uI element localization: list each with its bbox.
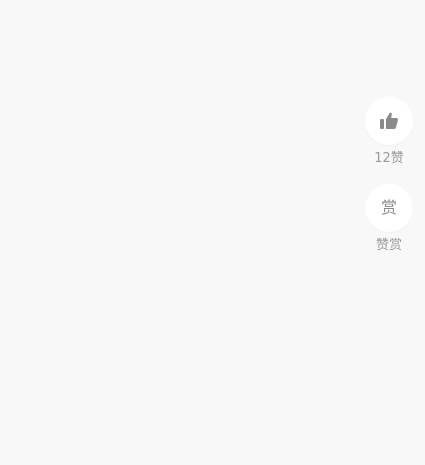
reward-icon: 赏 <box>380 198 397 217</box>
article-page: 12赞 赏 赞赏 <box>0 0 425 465</box>
thumbs-up-icon <box>380 112 399 129</box>
like-count-label: 12赞 <box>374 151 404 166</box>
like-circle[interactable] <box>365 97 413 145</box>
reward-circle[interactable]: 赏 <box>365 184 413 232</box>
like-button[interactable]: 12赞 <box>365 97 413 167</box>
side-action-bar: 12赞 赏 赞赏 <box>364 97 414 254</box>
reward-label: 赞赏 <box>375 238 402 253</box>
reward-button[interactable]: 赏 赞赏 <box>365 184 413 254</box>
